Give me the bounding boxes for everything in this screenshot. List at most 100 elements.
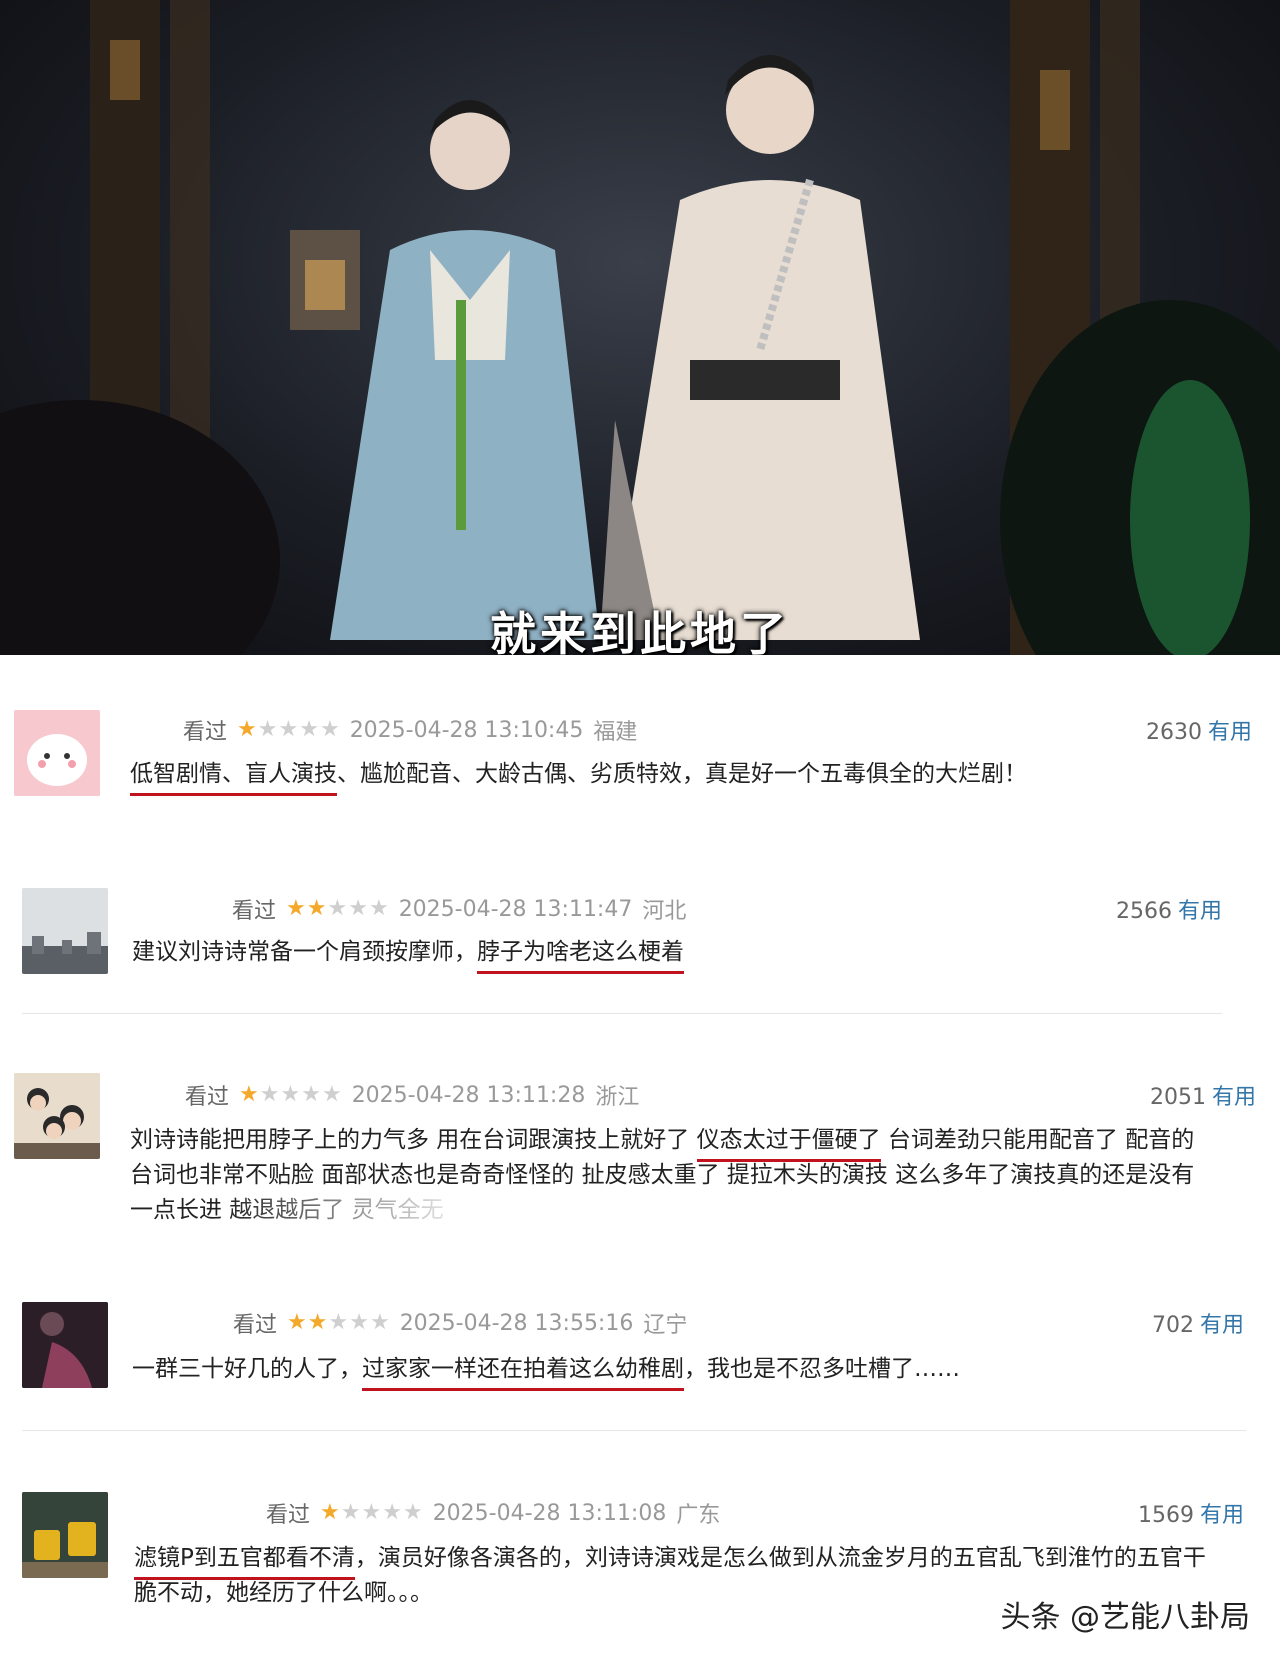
watch-status: 看过 (233, 1313, 278, 1338)
star-empty-icon: ★ (319, 717, 340, 742)
review-text-line: 滤镜P到五官都看不清，演员好像各演各的，刘诗诗演戏是怎么做到从流金岁月的五官乱飞… (134, 1541, 1264, 1580)
star-empty-icon: ★ (278, 717, 299, 742)
review-location: 广东 (676, 1503, 721, 1528)
review-text-line: 刘诗诗能把用脖子上的力气多 用在台词跟演技上就好了 仪态太过于僵硬了 台词差劲只… (130, 1123, 1260, 1162)
vote-number: 2566 (1115, 899, 1172, 924)
review-text-rest: 刘诗诗能把用脖子上的力气多 用在台词跟演技上就好了 (130, 1127, 697, 1153)
review-meta: 看过 ★ ★ ★ ★ ★ 2025-04-28 13:55:16 辽宁 (233, 1307, 687, 1339)
vote-count: 2051 有用 (1150, 1079, 1256, 1111)
vote-number: 702 (1151, 1313, 1194, 1338)
star-icon: ★ (320, 1500, 340, 1525)
star-icon: ★ (239, 1082, 259, 1107)
avatar-icon (22, 1492, 108, 1578)
user-avatar[interactable] (14, 710, 100, 796)
star-icon: ★ (287, 1310, 307, 1335)
star-empty-icon: ★ (301, 1082, 321, 1107)
review-text-rest: ，演员好像各演各的，刘诗诗演戏是怎么做到从流金岁月的五官乱飞到淮竹的五官干 (354, 1545, 1206, 1571)
review-meta: 看过 ★ ★ ★ ★ ★ 2025-04-28 13:11:08 广东 (266, 1497, 720, 1529)
star-empty-icon: ★ (259, 1082, 280, 1107)
star-icon: ★ (306, 896, 327, 921)
source-watermark: 头条 @艺能八卦局 (1000, 1600, 1250, 1635)
review-meta: 看过 ★ ★ ★ ★ ★ 2025-04-28 13:10:45 福建 (183, 714, 637, 746)
review-text: 建议刘诗诗常备一个肩颈按摩师，脖子为啥老这么梗着 (132, 935, 684, 974)
review-time: 2025-04-28 13:10:45 (349, 717, 584, 743)
vote-count: 2630 有用 (1146, 714, 1252, 746)
useful-button[interactable]: 有用 (1178, 899, 1222, 924)
star-empty-icon: ★ (348, 896, 368, 921)
review-text-line: 一点长进 越退越后了 灵气全无 (130, 1193, 1260, 1228)
vote-number: 1569 (1137, 1503, 1194, 1528)
review-text: 刘诗诗能把用脖子上的力气多 用在台词跟演技上就好了 仪态太过于僵硬了 台词差劲只… (130, 1123, 1260, 1228)
star-empty-icon: ★ (382, 1500, 402, 1525)
useful-button[interactable]: 有用 (1200, 1503, 1244, 1528)
review-text-rest: 、尴尬配音、大龄古偶、劣质特效，真是好一个五毒俱全的大烂剧！ (337, 761, 1027, 787)
review-location: 浙江 (595, 1085, 640, 1110)
review-time: 2025-04-28 13:55:16 (399, 1310, 634, 1336)
drama-still-image: 就来到此地了 (0, 0, 1280, 655)
review-text-rest: 台词差劲只能用配音了 配音的 (880, 1127, 1195, 1153)
review-meta: 看过 ★ ★ ★ ★ ★ 2025-04-28 13:11:28 浙江 (185, 1079, 639, 1111)
review-text-rest: 一群三十好几的人了， (132, 1356, 362, 1382)
watch-status: 看过 (185, 1085, 230, 1110)
divider (22, 1013, 1222, 1014)
watch-status: 看过 (266, 1503, 311, 1528)
highlighted-text: 滤镜P到五官都看不清 (134, 1545, 355, 1580)
star-empty-icon: ★ (368, 896, 389, 921)
highlighted-text: 低智剧情、盲人演技 (130, 761, 337, 796)
divider (22, 1430, 1246, 1431)
user-avatar[interactable] (14, 1073, 100, 1159)
review-text: 低智剧情、盲人演技、尴尬配音、大龄古偶、劣质特效，真是好一个五毒俱全的大烂剧！ (130, 757, 1027, 796)
star-empty-icon: ★ (257, 717, 278, 742)
vote-count: 1569 有用 (1138, 1497, 1244, 1529)
star-icon: ★ (237, 717, 257, 742)
review-location: 辽宁 (643, 1313, 688, 1338)
useful-button[interactable]: 有用 (1200, 1313, 1244, 1338)
star-empty-icon: ★ (402, 1500, 423, 1525)
vote-number: 2630 (1145, 720, 1202, 745)
avatar-icon (22, 1302, 108, 1388)
highlighted-text: 脖子为啥老这么梗着 (477, 939, 684, 974)
useful-button[interactable]: 有用 (1212, 1085, 1256, 1110)
vote-number: 2051 (1149, 1085, 1206, 1110)
avatar-icon (14, 1073, 100, 1159)
review-meta: 看过 ★ ★ ★ ★ ★ 2025-04-28 13:11:47 河北 (232, 893, 686, 925)
star-empty-icon: ★ (280, 1082, 301, 1107)
star-empty-icon: ★ (321, 1082, 342, 1107)
avatar-icon (14, 710, 100, 796)
star-empty-icon: ★ (328, 1310, 349, 1335)
review-location: 福建 (593, 720, 638, 745)
user-avatar[interactable] (22, 1302, 108, 1388)
rating-stars: ★ ★ ★ ★ ★ (286, 898, 389, 920)
review-time: 2025-04-28 13:11:08 (432, 1500, 667, 1526)
star-empty-icon: ★ (361, 1500, 382, 1525)
rating-stars: ★ ★ ★ ★ ★ (237, 719, 340, 741)
watch-status: 看过 (183, 720, 228, 745)
star-empty-icon: ★ (327, 896, 348, 921)
review-time: 2025-04-28 13:11:47 (398, 896, 633, 922)
vote-count: 2566 有用 (1116, 893, 1222, 925)
rating-stars: ★ ★ ★ ★ ★ (320, 1502, 423, 1524)
review-text-rest: ，我也是不忍多吐槽了…… (684, 1356, 960, 1382)
drama-scene-illustration (0, 0, 1280, 655)
user-avatar[interactable] (22, 1492, 108, 1578)
video-subtitle: 就来到此地了 (490, 607, 790, 655)
star-icon: ★ (307, 1310, 328, 1335)
avatar-icon (22, 888, 108, 974)
star-empty-icon: ★ (369, 1310, 390, 1335)
useful-button[interactable]: 有用 (1208, 720, 1252, 745)
review-text-line: 台词也非常不贴脸 面部状态也是奇奇怪怪的 扯皮感太重了 提拉木头的演技 这么多年… (130, 1162, 1195, 1188)
review-text-rest: 建议刘诗诗常备一个肩颈按摩师， (132, 939, 477, 965)
rating-stars: ★ ★ ★ ★ ★ (287, 1312, 390, 1334)
star-icon: ★ (286, 896, 306, 921)
review-text: 一群三十好几的人了，过家家一样还在拍着这么幼稚剧，我也是不忍多吐槽了…… (132, 1352, 960, 1391)
review-text-faded: 一点长进 越退越后了 灵气全无 (130, 1197, 444, 1223)
review-time: 2025-04-28 13:11:28 (351, 1082, 586, 1108)
highlighted-text: 仪态太过于僵硬了 (696, 1127, 881, 1162)
watch-status: 看过 (232, 899, 277, 924)
star-empty-icon: ★ (299, 717, 319, 742)
highlighted-text: 过家家一样还在拍着这么幼稚剧 (362, 1356, 684, 1391)
vote-count: 702 有用 (1152, 1307, 1244, 1339)
rating-stars: ★ ★ ★ ★ ★ (239, 1084, 342, 1106)
star-empty-icon: ★ (340, 1500, 361, 1525)
user-avatar[interactable] (22, 888, 108, 974)
